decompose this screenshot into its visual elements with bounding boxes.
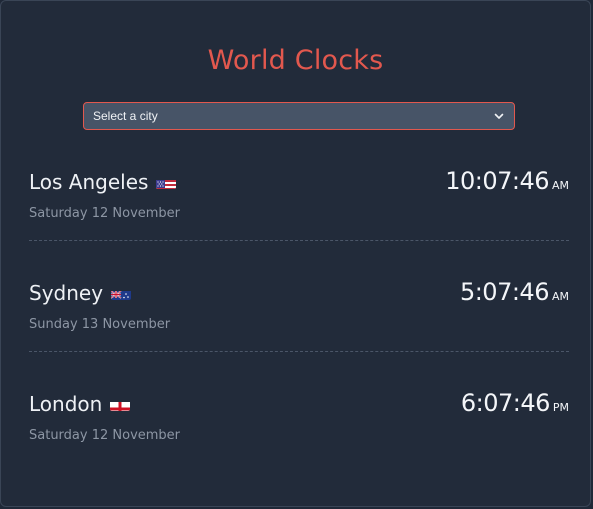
clock-period: PM [552,401,569,414]
clock-period: AM [551,290,569,303]
au-flag-icon [111,286,132,300]
clock-time: 6:07:46 [460,389,551,417]
clock-period: AM [551,179,569,192]
clock-time: 10:07:46 [445,167,549,195]
city-clock: 6:07:46 PM [461,389,569,417]
city-name: London [29,392,103,416]
world-clocks-app: World Clocks Select a city Los Angeles S… [0,0,591,507]
city-row-sydney: Sydney Sunday 13 November 5:07:46 AM [29,278,569,351]
city-clock: 10:07:46 AM [445,167,569,195]
chevron-down-icon [492,109,506,123]
page-title: World Clocks [207,45,384,76]
city-row-los-angeles: Los Angeles Saturday 12 November 10:07:4… [29,167,569,240]
clock-time: 5:07:46 [459,278,550,306]
city-clock: 5:07:46 AM [460,278,569,306]
divider [29,240,569,241]
england-flag-icon [110,397,131,411]
city-date: Sunday 13 November [29,317,171,332]
us-flag-icon [156,175,177,189]
divider [29,351,569,352]
city-name: Los Angeles [29,170,149,194]
city-select[interactable]: Select a city [83,102,515,130]
city-select-value: Select a city [93,109,158,123]
city-date: Saturday 12 November [29,428,181,443]
city-name: Sydney [29,281,104,305]
city-row-london: London Saturday 12 November 6:07:46 PM [29,389,569,462]
city-date: Saturday 12 November [29,206,181,221]
